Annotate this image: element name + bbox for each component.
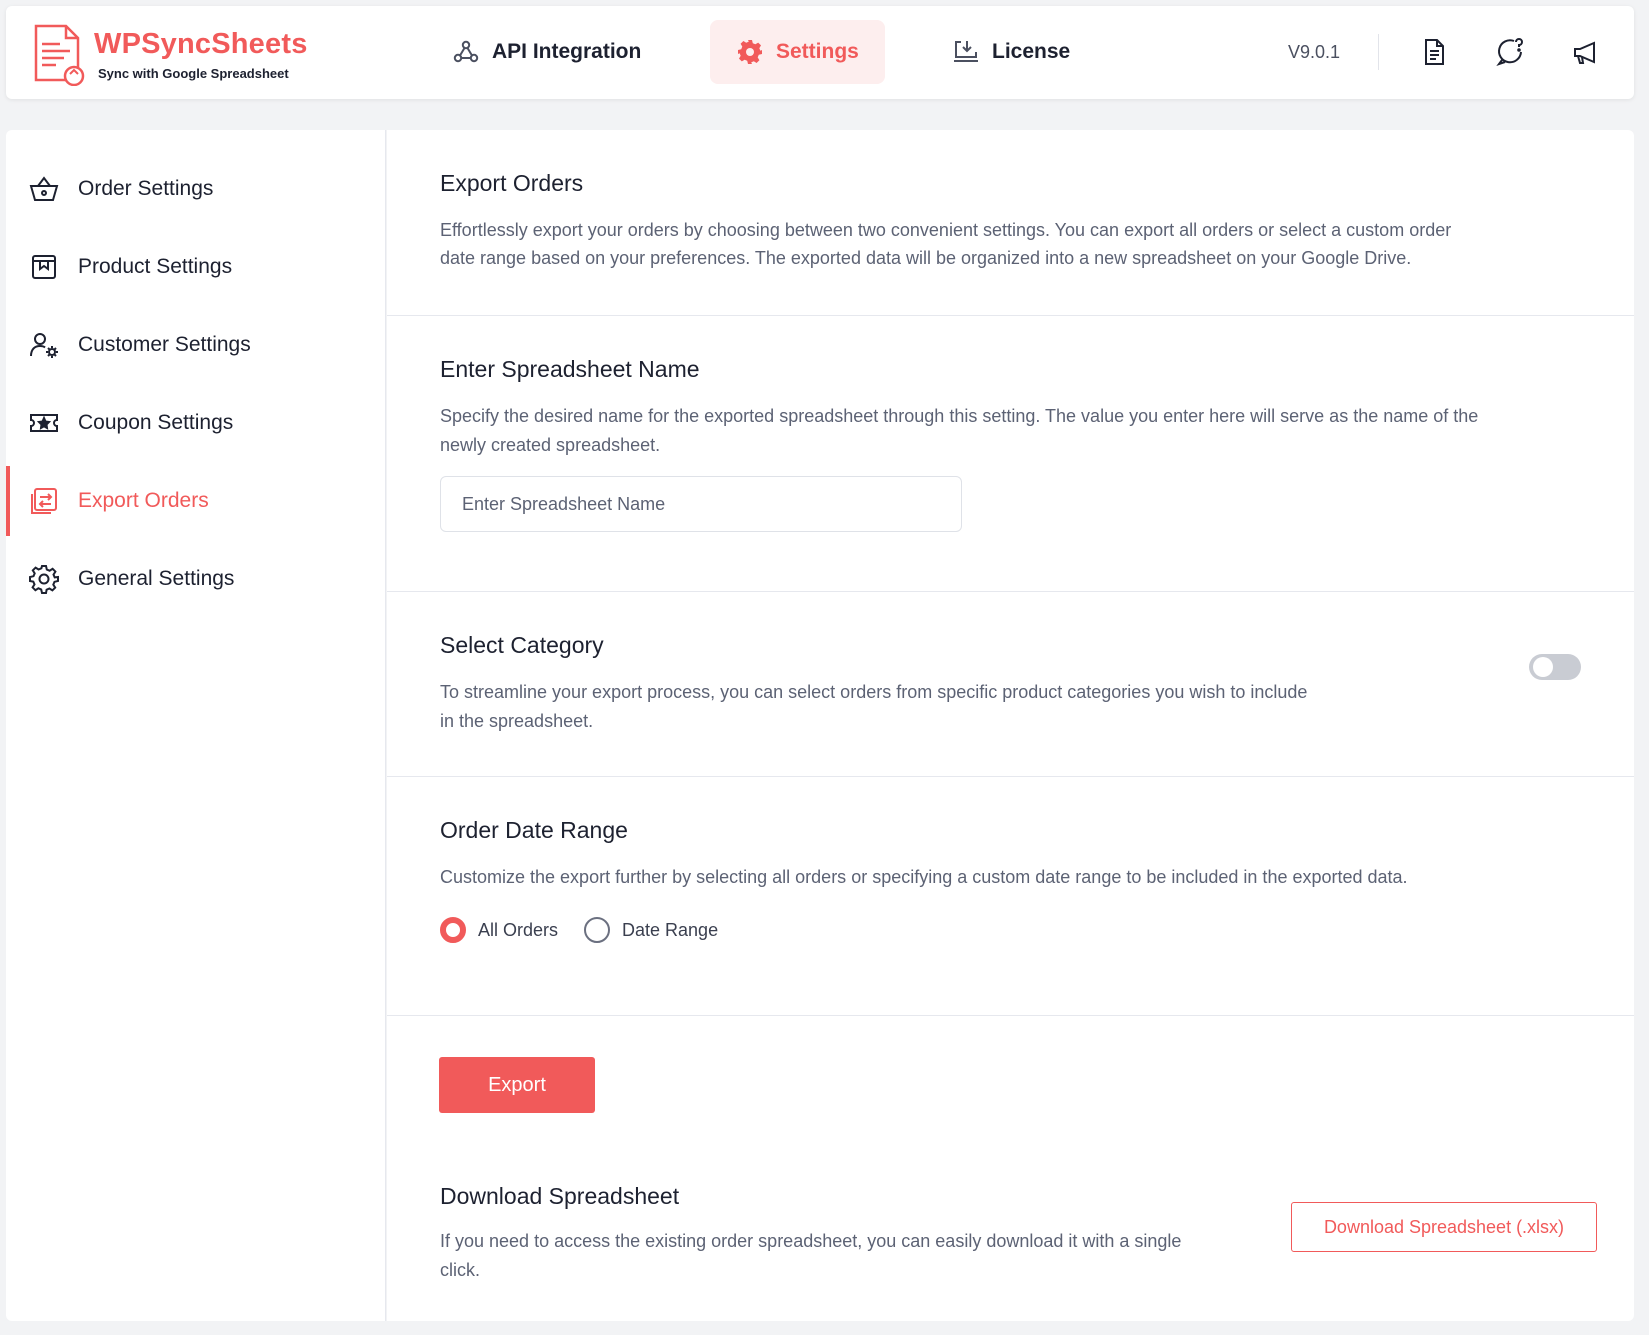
section-description: Customize the export further by selectin… [440,867,1408,887]
sidebar-item-product-settings[interactable]: Product Settings [6,232,386,302]
download-spreadsheet-button[interactable]: Download Spreadsheet (.xlsx) [1291,1202,1597,1252]
section-description: in the spreadsheet. [440,711,594,731]
tab-api-integration[interactable]: API Integration [426,20,667,84]
ticket-star-icon [30,414,58,432]
sidebar-item-export-orders[interactable]: Export Orders [6,466,386,536]
date-range-options: All Orders Date Range [440,917,744,943]
basket-icon [29,176,59,201]
tab-license[interactable]: License [926,20,1096,84]
document-icon [1425,39,1444,65]
category-toggle[interactable] [1529,654,1581,680]
tab-label: License [992,40,1071,63]
section-description: newly created spreadsheet. [440,435,661,455]
sidebar-item-label: Coupon Settings [78,411,234,434]
radio-label: All Orders [478,919,559,940]
sidebar-item-customer-settings[interactable]: Customer Settings [6,310,386,380]
brand-name: WPSyncSheets [94,28,308,60]
section-description: If you need to access the existing order… [440,1231,1182,1251]
radio-button-checked[interactable] [440,917,466,943]
top-header: WPSyncSheets Sync with Google Spreadshee… [6,6,1634,99]
gear-icon [29,565,59,594]
chat-help-icon [1496,38,1523,66]
megaphone-icon [1574,41,1595,64]
radio-all-orders[interactable]: All Orders [440,917,558,943]
sidebar-item-label: Order Settings [78,177,214,200]
version-label: V9.0.1 [1288,42,1341,62]
section-description: Specify the desired name for the exporte… [440,406,1479,426]
brand-tagline: Sync with Google Spreadsheet [98,66,289,81]
sidebar-item-label: General Settings [78,567,235,590]
export-orders-panel: Export Orders Effortlessly export your o… [387,130,1634,1321]
export-icon [31,488,57,514]
logo-icon [34,24,85,86]
section-description: Effortlessly export your orders by choos… [440,220,1452,240]
section-title: Select Category [440,632,604,658]
announcements-button[interactable] [1570,36,1602,68]
settings-sidebar: Order Settings Product Settings Customer… [6,130,386,1321]
sidebar-item-order-settings[interactable]: Order Settings [6,154,386,224]
user-gear-icon [30,333,58,358]
spreadsheet-name-input[interactable] [440,476,962,532]
gear-icon [738,40,762,64]
documentation-button[interactable] [1418,36,1450,68]
radio-label: Date Range [622,919,719,940]
tab-label: API Integration [492,40,642,63]
radio-date-range[interactable]: Date Range [584,917,718,943]
sidebar-item-coupon-settings[interactable]: Coupon Settings [6,388,386,458]
download-monitor-icon [954,41,978,62]
export-button[interactable]: Export [439,1057,595,1113]
webhook-icon [453,40,479,63]
spreadsheet-name-section: Enter Spreadsheet Name Specify the desir… [387,316,1634,592]
brand-logo[interactable]: WPSyncSheets Sync with Google Spreadshee… [30,20,310,90]
box-icon [32,255,56,279]
support-button[interactable] [1494,36,1526,68]
select-category-section: Select Category To streamline your expor… [387,592,1634,777]
section-title: Enter Spreadsheet Name [440,356,700,382]
radio-button[interactable] [584,917,611,943]
page-title: Export Orders [440,170,584,196]
sidebar-item-label: Product Settings [78,255,233,278]
export-orders-section: Export Orders Effortlessly export your o… [387,130,1634,316]
section-description: date range based on your preferences. Th… [440,248,1412,268]
section-title: Order Date Range [440,817,628,843]
sidebar-item-general-settings[interactable]: General Settings [6,544,386,614]
date-range-section: Order Date Range Customize the export fu… [387,777,1634,1016]
section-description: click. [440,1260,480,1280]
header-divider [1378,34,1379,70]
sidebar-item-label: Export Orders [78,489,209,512]
section-title: Download Spreadsheet [440,1183,680,1209]
sidebar-item-label: Customer Settings [78,333,251,356]
tab-label: Settings [776,40,859,63]
toggle-knob [1533,657,1553,677]
section-description: To streamline your export process, you c… [440,682,1308,702]
tab-settings[interactable]: Settings [710,20,885,84]
